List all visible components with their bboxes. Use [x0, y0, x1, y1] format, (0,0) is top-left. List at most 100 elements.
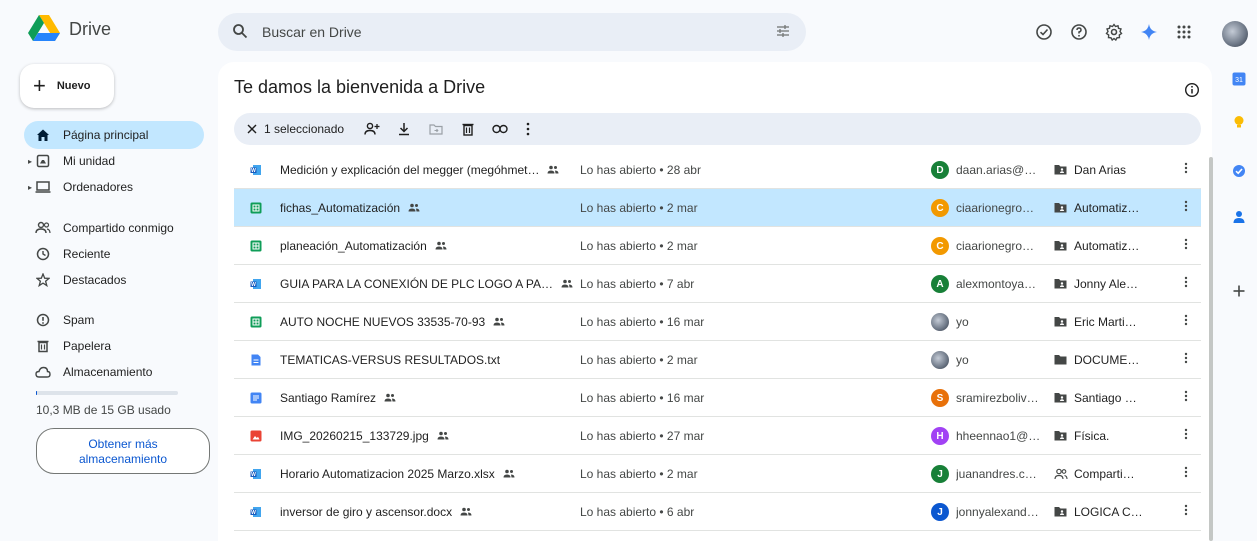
sidebar-item-home[interactable]: Página principal — [24, 121, 204, 149]
search-options-icon[interactable] — [776, 24, 790, 43]
file-name: GUIA PARA LA CONEXIÓN DE PLC LOGO A PA… — [280, 277, 553, 291]
file-location[interactable]: Comparti… — [1074, 467, 1135, 481]
row-more-actions-icon[interactable] — [1178, 351, 1194, 367]
file-name: Horario Automatizacion 2025 Marzo.xlsx — [280, 467, 495, 481]
sidebar-item-label: Papelera — [63, 339, 112, 353]
account-avatar[interactable] — [1222, 21, 1248, 47]
calendar-icon[interactable]: 31 — [1232, 72, 1246, 86]
app-name: Drive — [69, 18, 112, 39]
file-location[interactable]: DOCUME… — [1074, 353, 1139, 367]
owner-name: sramirezboliv… — [956, 391, 1039, 405]
owner-avatar: D — [931, 161, 949, 179]
file-location[interactable]: Física. — [1074, 429, 1109, 443]
tasks-check-icon[interactable] — [1032, 20, 1056, 44]
row-more-actions-icon[interactable] — [1178, 199, 1194, 215]
copy-link-icon[interactable] — [484, 117, 516, 141]
owner-avatar: J — [931, 465, 949, 483]
settings-icon[interactable] — [1102, 20, 1126, 44]
apps-grid-icon[interactable] — [1172, 20, 1196, 44]
expand-caret-icon[interactable]: ▸ — [28, 157, 32, 166]
file-row[interactable]: W Horario Automatizacion 2025 Marzo.xlsx L… — [234, 455, 1201, 493]
sidebar-item-storage[interactable]: Almacenamiento — [24, 358, 204, 386]
file-row[interactable]: W GUIA PARA LA CONEXIÓN DE PLC LOGO A PA…… — [234, 265, 1201, 303]
file-row[interactable]: Winversor de giro y ascensor.docx Lo has … — [234, 493, 1201, 531]
sidebar-item-spam[interactable]: Spam — [24, 306, 204, 334]
word-file-icon: W — [250, 278, 262, 290]
contacts-icon[interactable] — [1232, 210, 1246, 224]
move-to-folder-icon[interactable] — [420, 117, 452, 141]
file-name: inversor de giro y ascensor.docx — [280, 505, 453, 519]
share-add-person-icon[interactable] — [356, 117, 388, 141]
sidebar-item-label: Spam — [63, 313, 95, 327]
file-row[interactable]: TEMATICAS-VERSUS RESULTADOS.txt Lo has ab… — [234, 341, 1201, 379]
storage-usage-fill — [36, 391, 38, 395]
sidebar-item-trash[interactable]: Papelera — [24, 332, 204, 360]
home-icon — [35, 127, 51, 143]
drive-logo[interactable]: Drive — [28, 14, 111, 44]
star-icon — [35, 272, 51, 288]
shared-people-icon — [384, 391, 396, 405]
file-row[interactable]: planeación_Automatización Lo has abierto … — [234, 227, 1201, 265]
file-location[interactable]: Automatiz… — [1074, 239, 1139, 253]
owner-avatar: H — [931, 427, 949, 445]
more-actions-icon[interactable] — [516, 117, 540, 141]
file-location[interactable]: Santiago … — [1074, 391, 1137, 405]
file-location[interactable]: Automatiz… — [1074, 201, 1139, 215]
expand-caret-icon[interactable]: ▸ — [28, 183, 32, 192]
file-name: fichas_Automatización — [280, 201, 401, 215]
file-row[interactable]: IMG_20260215_133729.jpg Lo has abierto • … — [234, 417, 1201, 455]
trash-icon — [35, 338, 51, 354]
sidebar-item-my-drive[interactable]: ▸ Mi unidad — [24, 147, 204, 175]
sidebar-item-recent[interactable]: Reciente — [24, 240, 204, 268]
sidebar-item-computers[interactable]: ▸ Ordenadores — [24, 173, 204, 201]
shared-people-icon — [435, 239, 447, 253]
file-row[interactable]: Santiago Ramírez Lo has abierto • 16 mar S… — [234, 379, 1201, 417]
info-icon[interactable] — [1184, 82, 1200, 103]
search-input[interactable] — [262, 22, 742, 42]
help-icon[interactable] — [1067, 20, 1091, 44]
spam-icon — [35, 312, 51, 328]
file-location[interactable]: Jonny Ale… — [1074, 277, 1138, 291]
svg-text:W: W — [251, 510, 256, 516]
keep-icon[interactable] — [1232, 115, 1246, 129]
search-icon[interactable] — [232, 23, 248, 44]
row-more-actions-icon[interactable] — [1178, 465, 1194, 481]
folder-icon — [1054, 354, 1067, 368]
row-more-actions-icon[interactable] — [1178, 275, 1194, 291]
clear-selection-close-icon[interactable] — [240, 117, 264, 141]
sidebar-item-label: Ordenadores — [63, 180, 134, 194]
row-more-actions-icon[interactable] — [1178, 313, 1194, 329]
file-location[interactable]: Dan Arias — [1074, 163, 1126, 177]
row-more-actions-icon[interactable] — [1178, 389, 1194, 405]
row-more-actions-icon[interactable] — [1178, 503, 1194, 519]
row-more-actions-icon[interactable] — [1178, 237, 1194, 253]
download-icon[interactable] — [388, 117, 420, 141]
page-title: Te damos la bienvenida a Drive — [234, 77, 486, 97]
file-row[interactable]: AUTO NOCHE NUEVOS 33535-70-93 Lo has abie… — [234, 303, 1201, 341]
row-more-actions-icon[interactable] — [1178, 427, 1194, 443]
plus-icon: + — [33, 73, 46, 98]
file-row[interactable]: fichas_Automatización Lo has abierto • 2 … — [234, 189, 1201, 227]
scrollbar[interactable] — [1209, 157, 1213, 541]
file-location[interactable]: LOGICA C… — [1074, 505, 1143, 519]
search-bar[interactable] — [218, 13, 806, 51]
new-button[interactable]: + Nuevo — [20, 64, 114, 108]
file-location[interactable]: Eric Marti… — [1074, 315, 1137, 329]
svg-text:W: W — [251, 472, 256, 478]
add-icon[interactable] — [1232, 284, 1246, 298]
owner-name: yo — [956, 353, 969, 367]
sidebar-item-starred[interactable]: Destacados — [24, 266, 204, 294]
sidebar-item-shared-with-me[interactable]: Compartido conmigo — [24, 214, 204, 242]
shared-people-icon — [503, 467, 515, 481]
row-more-actions-icon[interactable] — [1178, 161, 1194, 177]
new-button-label: Nuevo — [56, 80, 91, 92]
gemini-sparkle-icon[interactable] — [1137, 20, 1161, 44]
owner-avatar: J — [931, 503, 949, 521]
shared-people-icon — [460, 505, 472, 519]
get-more-storage-button[interactable]: Obtener más almacenamiento — [36, 428, 210, 474]
last-opened: Lo has abierto • 27 mar — [580, 429, 705, 443]
file-row[interactable]: W Medición y explicación del megger (megó… — [234, 151, 1201, 189]
shared-folder-icon — [1054, 164, 1067, 178]
tasks-icon[interactable] — [1232, 164, 1246, 178]
delete-trash-icon[interactable] — [452, 117, 484, 141]
